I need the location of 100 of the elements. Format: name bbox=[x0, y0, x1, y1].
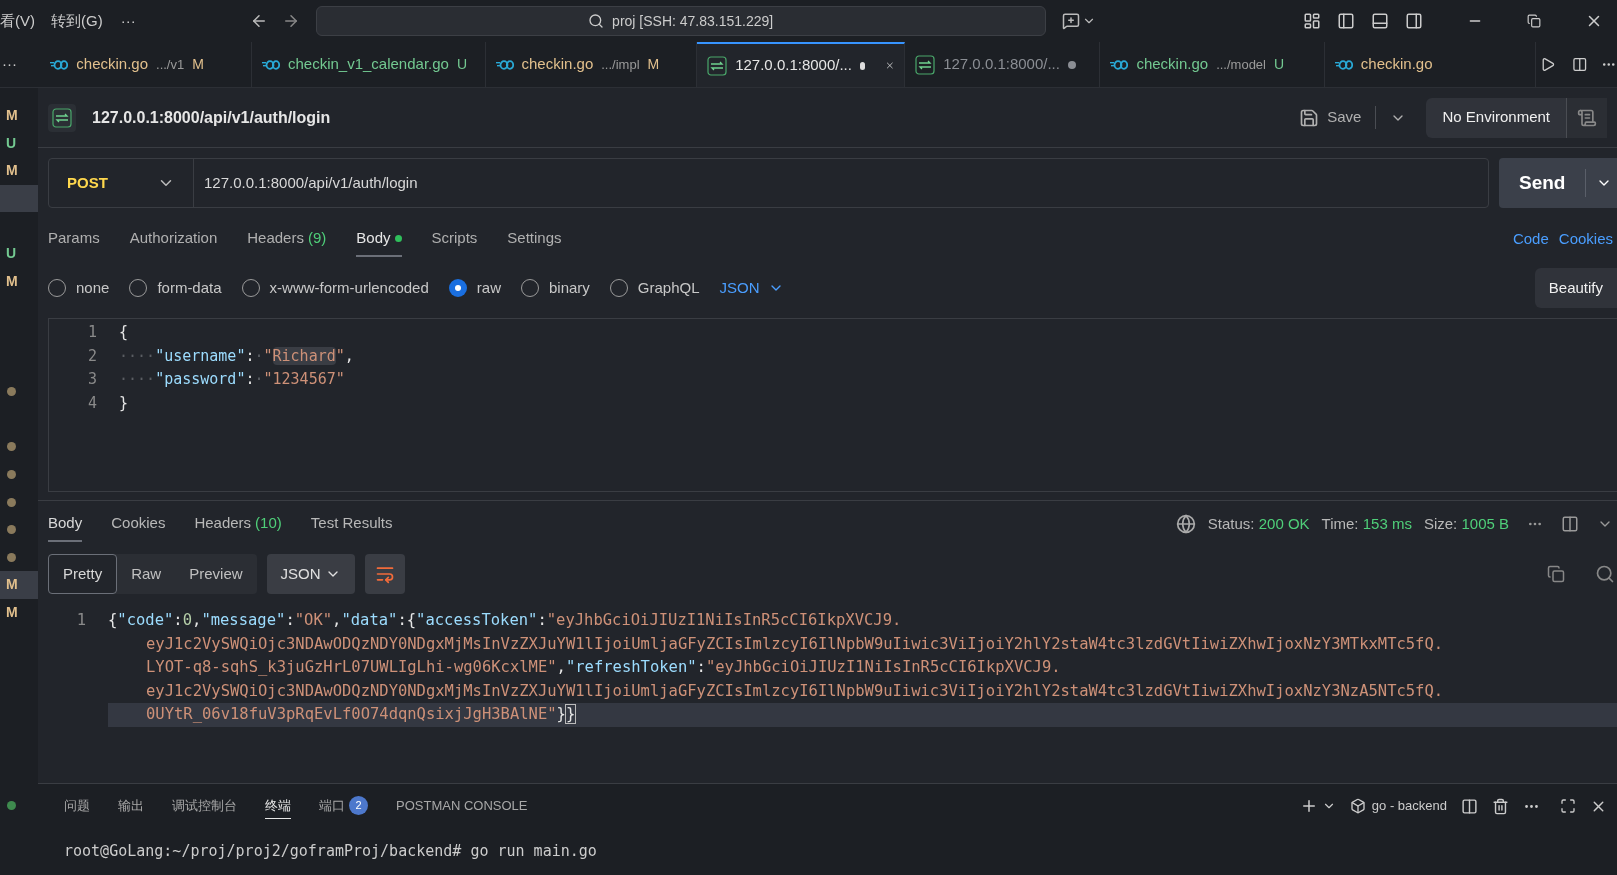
globe-icon[interactable] bbox=[1175, 514, 1196, 534]
panel-tab[interactable]: 问题 bbox=[64, 792, 90, 820]
run-icon[interactable] bbox=[1540, 56, 1556, 73]
chat-icon[interactable] bbox=[1061, 12, 1080, 30]
panel-tab[interactable]: POSTMAN CONSOLE bbox=[396, 792, 528, 820]
request-tab[interactable]: Params bbox=[48, 220, 100, 258]
menu-item[interactable]: 转到(G) bbox=[43, 9, 111, 33]
split-editor-icon[interactable] bbox=[1572, 56, 1588, 73]
environment-selector[interactable]: No Environment bbox=[1426, 97, 1567, 138]
search-icon[interactable] bbox=[1595, 564, 1615, 584]
request-tab[interactable]: Scripts bbox=[431, 220, 478, 258]
body-type-radio[interactable]: none bbox=[48, 276, 110, 300]
beautify-button[interactable]: Beautify bbox=[1534, 268, 1617, 308]
tab-path: .../model bbox=[1216, 55, 1266, 74]
panel-tab[interactable]: 输出 bbox=[118, 792, 144, 820]
code-line: eyJ1c2VySWQiOjc3NDAwODQzNDY0NDgxMjMsInVzZXJuYW1lIjoiUmljaGFyZCIsImlzcyI6IlNpbW9uIiwic3ViIjoiY2hlY2staW4tc3lzdGVtIiwiZXhwIjoxNzY3MTkxMTc5fQ. bbox=[145, 633, 1445, 655]
body-type-radio[interactable]: GraphQL bbox=[609, 276, 700, 300]
git-status: M bbox=[6, 603, 18, 622]
tab-title: checkin.go bbox=[1136, 54, 1209, 75]
wrap-icon bbox=[374, 564, 395, 584]
request-tab[interactable]: Authorization bbox=[129, 220, 218, 258]
code-line: ····"password":·"1234567" bbox=[119, 369, 345, 390]
editor-tab[interactable]: 127.0.0.1:8000/... bbox=[905, 42, 1101, 87]
editor-tab[interactable]: 127.0.0.1:8000/... bbox=[697, 42, 906, 87]
header-link[interactable]: Cookies bbox=[1558, 227, 1613, 251]
sidebar-toggle-icon[interactable] bbox=[1337, 12, 1355, 30]
git-status: M bbox=[6, 575, 18, 595]
logo-icon bbox=[1334, 59, 1353, 70]
gutter-row[interactable]: U bbox=[0, 129, 38, 158]
body-type-radio[interactable]: raw bbox=[448, 276, 501, 300]
save-button[interactable]: Save bbox=[1299, 106, 1377, 129]
view-mode-tab[interactable]: Raw bbox=[117, 554, 176, 594]
send-label[interactable]: Send bbox=[1499, 168, 1587, 198]
gutter-row[interactable]: M bbox=[0, 102, 38, 130]
restore-icon[interactable] bbox=[1527, 14, 1541, 28]
layout-icon[interactable] bbox=[1303, 12, 1321, 30]
editor-tab[interactable]: checkin.go .../v1 M bbox=[40, 42, 252, 87]
code-line: { bbox=[119, 322, 129, 343]
panel-tab[interactable]: 调试控制台 bbox=[172, 792, 237, 820]
panel-toggle-icon[interactable] bbox=[1371, 12, 1389, 30]
maximize-icon[interactable] bbox=[1560, 798, 1576, 814]
count-badge: 2 bbox=[349, 796, 368, 815]
split-terminal-icon[interactable] bbox=[1461, 797, 1478, 815]
gutter-row[interactable]: U bbox=[0, 239, 38, 268]
request-tab[interactable]: Body bbox=[356, 220, 402, 258]
body-editor[interactable]: 1 { 2 ····"username":·"Richard", 3 ····"password":·"1234567" 4 } bbox=[48, 318, 1617, 492]
send-button-group[interactable]: Send bbox=[1499, 158, 1617, 208]
gutter-row[interactable]: M bbox=[0, 598, 38, 627]
response-tab[interactable]: Test Results bbox=[310, 505, 393, 543]
gutter-row[interactable]: M bbox=[0, 571, 38, 599]
tab-path: .../impl bbox=[601, 55, 640, 74]
response-tab[interactable]: Cookies bbox=[111, 505, 166, 543]
document-icon bbox=[1577, 107, 1597, 128]
response-stat: Time: 153 ms bbox=[1321, 513, 1412, 534]
body-type-radio[interactable]: binary bbox=[520, 276, 590, 300]
gutter-row[interactable]: M bbox=[0, 157, 38, 185]
response-tab[interactable]: Headers (10) bbox=[194, 505, 282, 543]
more-icon-text[interactable]: ··· bbox=[0, 42, 41, 87]
response-format-select[interactable]: JSON bbox=[266, 554, 355, 594]
gutter-row[interactable]: M bbox=[0, 267, 38, 296]
git-status: M bbox=[647, 55, 660, 74]
terminal-name[interactable]: go - backend bbox=[1371, 796, 1447, 816]
editor-tab[interactable]: checkin_v1_calendar.go U bbox=[251, 42, 486, 87]
format-select[interactable]: JSON bbox=[719, 276, 784, 300]
editor-tab[interactable]: checkin.go bbox=[1324, 42, 1537, 87]
panel-tab[interactable]: 终端 bbox=[265, 792, 291, 820]
view-mode-tab[interactable]: Preview bbox=[175, 554, 257, 594]
arrows-icon bbox=[915, 54, 936, 75]
arrows-icon bbox=[707, 55, 728, 76]
command-search-field[interactable]: proj [SSH: 47.83.151.229] bbox=[315, 6, 1046, 36]
url-field[interactable]: POST 127.0.0.1:8000/api/v1/auth/login bbox=[48, 158, 1489, 208]
view-mode-tab[interactable]: Pretty bbox=[48, 554, 118, 594]
wrap-lines-button[interactable] bbox=[364, 554, 405, 594]
environment-quick-look[interactable] bbox=[1567, 97, 1607, 138]
request-tab[interactable]: Settings bbox=[507, 220, 562, 258]
method-select[interactable]: POST bbox=[49, 159, 194, 207]
cube-icon bbox=[1349, 798, 1366, 814]
header-link[interactable]: Code bbox=[1512, 227, 1549, 251]
request-title: 127.0.0.1:8000/api/v1/auth/login bbox=[92, 107, 331, 128]
menu-item[interactable]: 看(V) bbox=[0, 9, 43, 33]
trash-icon[interactable] bbox=[1492, 797, 1509, 815]
tab-title: 127.0.0.1:8000/... bbox=[943, 54, 1060, 75]
code-line: LYOT-q8-sqhS_k3juGzHrL07UWLIgLhi-wg06KcxlME","refreshToken":"eyJhbGciOiJIUzI1NiIsInR5cCI6IkpXVCJ9. bbox=[145, 657, 1062, 678]
tab-path: .../v1 bbox=[156, 55, 185, 74]
secondary-sidebar-icon[interactable] bbox=[1405, 12, 1423, 30]
copy-icon[interactable] bbox=[1547, 565, 1565, 583]
search-text: proj [SSH: 47.83.151.229] bbox=[612, 11, 774, 31]
request-tab[interactable]: Headers (9) bbox=[247, 220, 327, 258]
more-menu[interactable]: ··· bbox=[110, 9, 146, 33]
line-number: 2 bbox=[86, 345, 97, 367]
logo-icon bbox=[261, 59, 280, 70]
panel-tab[interactable]: 端口 2 bbox=[319, 792, 368, 820]
body-type-radio[interactable]: form-data bbox=[129, 276, 222, 300]
editor-tab[interactable]: checkin.go .../model U bbox=[1100, 42, 1325, 87]
body-type-radio[interactable]: x-www-form-urlencoded bbox=[241, 276, 429, 300]
response-tab[interactable]: Body bbox=[48, 505, 83, 543]
logo-icon bbox=[495, 59, 514, 70]
search-icon bbox=[588, 13, 605, 29]
line-number: 1 bbox=[75, 610, 86, 631]
layout-toggle-icon[interactable] bbox=[1561, 515, 1579, 533]
